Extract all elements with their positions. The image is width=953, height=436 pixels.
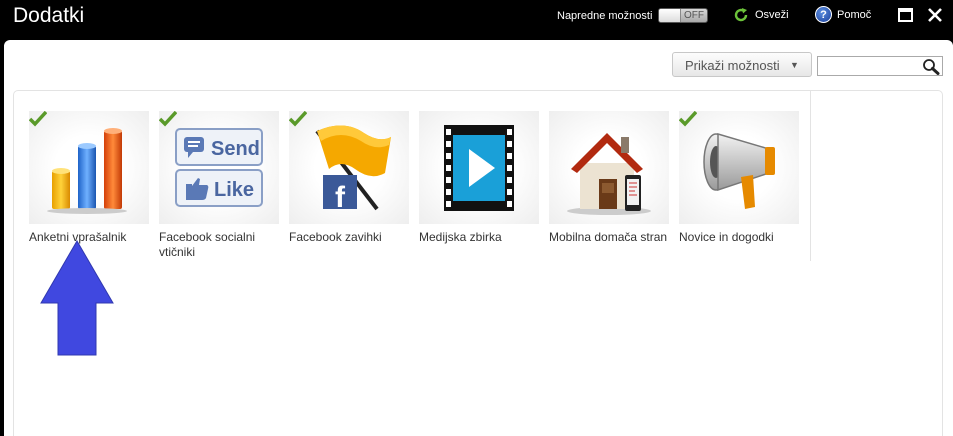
bar-chart-icon (47, 128, 127, 214)
show-options-label: Prikaži možnosti (685, 58, 780, 73)
chevron-down-icon: ▼ (790, 60, 799, 70)
addon-image[interactable] (679, 111, 799, 224)
send-text: Send (211, 138, 260, 160)
installed-check-icon (289, 111, 307, 127)
grid-divider (810, 91, 811, 261)
advanced-options-label: Napredne možnosti (557, 10, 653, 22)
addons-panel: Prikaži možnosti ▼ Anketni vprašalnik Se… (4, 40, 953, 436)
refresh-label: Osveži (755, 9, 789, 21)
facebook-flag-icon: f (315, 125, 391, 214)
help-icon: ? (815, 6, 832, 23)
addon-image[interactable]: Send Like (159, 111, 279, 224)
addons-grid: Anketni vprašalnik Send Like Facebook so… (13, 90, 943, 436)
addon-image[interactable] (419, 111, 539, 224)
help-label: Pomoč (837, 9, 872, 21)
film-strip-icon (444, 125, 514, 211)
search-icon[interactable] (922, 58, 940, 75)
window-title: Dodatki (13, 4, 85, 27)
toggle-state: OFF (684, 10, 704, 21)
installed-check-icon (29, 111, 47, 127)
addon-label[interactable]: Mobilna domača stran (549, 230, 674, 245)
show-options-dropdown[interactable]: Prikaži možnosti ▼ (672, 52, 812, 77)
help-button[interactable]: ? Pomoč (815, 6, 875, 26)
window-titlebar: Dodatki Napredne možnosti OFF Osveži ? P… (0, 0, 953, 36)
facebook-glyph: f (335, 181, 346, 214)
addon-label[interactable]: Facebook zavihki (289, 230, 414, 245)
refresh-button[interactable]: Osveži (733, 6, 793, 26)
installed-check-icon (679, 111, 697, 127)
addon-label[interactable]: Facebook socialni vtičniki (159, 230, 284, 260)
house-phone-icon (567, 133, 651, 215)
addon-image[interactable] (549, 111, 669, 224)
annotation-arrow-up-icon (40, 240, 114, 356)
megaphone-icon (703, 132, 775, 209)
addon-label[interactable]: Novice in dogodki (679, 230, 804, 245)
toggle-knob[interactable] (659, 9, 681, 22)
advanced-options-toggle[interactable]: OFF (658, 8, 708, 23)
close-icon[interactable] (926, 6, 944, 24)
addon-image[interactable]: f (289, 111, 409, 224)
refresh-icon (734, 8, 748, 22)
search-input[interactable] (817, 56, 943, 76)
installed-check-icon (159, 111, 177, 127)
addon-label[interactable]: Medijska zbirka (419, 230, 544, 245)
facebook-send-like-icon: Send Like (175, 128, 263, 207)
like-text: Like (214, 179, 254, 201)
maximize-icon[interactable] (897, 6, 915, 24)
addon-image[interactable] (29, 111, 149, 224)
